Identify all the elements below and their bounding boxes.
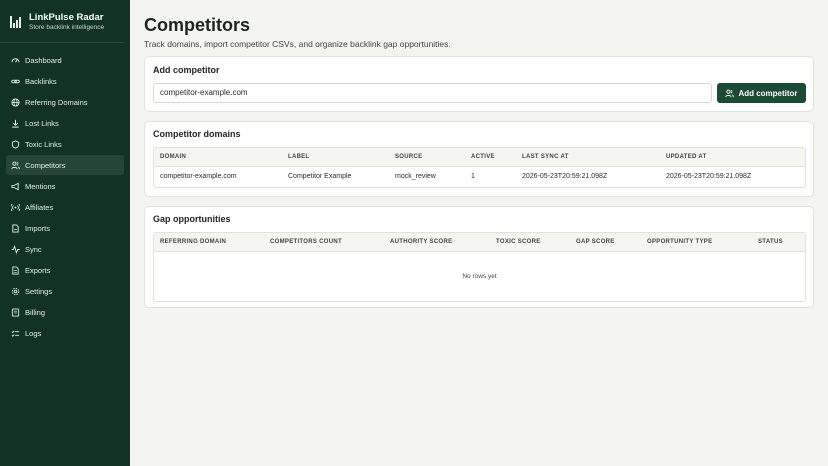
bar-chart-icon — [10, 16, 22, 28]
column-header[interactable]: LABEL — [288, 148, 310, 167]
page-subtitle: Track domains, import competitor CSVs, a… — [144, 39, 451, 49]
radio-icon — [11, 203, 20, 212]
column-header[interactable]: STATUS — [758, 233, 783, 252]
gap-opportunities-card: Gap opportunities REFERRING DOMAIN COMPE… — [144, 206, 814, 308]
sidebar-item-mentions[interactable]: Mentions — [6, 176, 124, 196]
column-header[interactable]: ACTIVE — [471, 148, 495, 167]
file-icon — [11, 265, 20, 275]
sidebar-item-imports[interactable]: Imports — [6, 218, 124, 238]
app-subtitle: Store backlink intelligence — [29, 24, 105, 31]
sidebar-item-affiliates[interactable]: Affiliates — [6, 197, 124, 217]
sidebar-item-label: Exports — [25, 265, 51, 275]
activity-icon — [11, 244, 20, 254]
competitor-domain-input[interactable]: competitor-example.com — [153, 83, 712, 103]
column-header[interactable]: REFERRING DOMAIN — [160, 233, 226, 252]
sidebar-item-label: Imports — [25, 223, 51, 233]
users-icon — [11, 161, 20, 170]
column-header[interactable]: LAST SYNC AT — [522, 148, 569, 167]
sidebar-nav: Dashboard Backlinks Referring Domains Lo… — [0, 43, 130, 343]
add-competitor-card: Add competitor competitor-example.com Ad… — [144, 56, 814, 112]
sidebar-item-label: Mentions — [25, 181, 56, 191]
sidebar-item-sync[interactable]: Sync — [6, 239, 124, 259]
sidebar-item-toxic-links[interactable]: Toxic Links — [6, 134, 124, 154]
column-header[interactable]: COMPETITORS COUNT — [270, 233, 342, 252]
users-icon — [725, 89, 735, 97]
column-header[interactable]: AUTHORITY SCORE — [390, 233, 452, 252]
link-icon — [11, 77, 20, 86]
sidebar-item-label: Lost Links — [25, 118, 59, 128]
gap-opportunities-table: REFERRING DOMAIN COMPETITORS COUNT AUTHO… — [153, 232, 806, 302]
list-icon — [11, 329, 20, 338]
table-cell: 2026-05-23T20:59:21.098Z — [666, 173, 752, 180]
sidebar-item-label: Referring Domains — [25, 97, 88, 107]
card-title: Gap opportunities — [153, 214, 231, 224]
column-header[interactable]: GAP SCORE — [576, 233, 615, 252]
globe-icon — [11, 97, 20, 107]
table-cell: mock_review — [395, 173, 436, 180]
sidebar: LinkPulse Radar Store backlink intellige… — [0, 0, 130, 466]
app-title: LinkPulse Radar — [29, 12, 104, 23]
empty-state: No rows yet — [462, 273, 497, 280]
column-header[interactable]: UPDATED AT — [666, 148, 707, 167]
sidebar-item-label: Affiliates — [25, 202, 54, 212]
import-icon — [11, 223, 20, 233]
billing-icon — [11, 307, 20, 317]
sidebar-item-logs[interactable]: Logs — [6, 323, 124, 343]
card-title: Add competitor — [153, 65, 220, 75]
column-header[interactable]: SOURCE — [395, 148, 422, 167]
competitor-domains-table: DOMAIN LABEL SOURCE ACTIVE LAST SYNC AT … — [153, 147, 806, 188]
shield-icon — [11, 139, 20, 149]
sidebar-item-label: Settings — [25, 286, 53, 296]
table-cell: Competitor Example — [288, 173, 352, 180]
table-cell: competitor-example.com — [160, 173, 237, 180]
table-header: DOMAIN LABEL SOURCE ACTIVE LAST SYNC AT … — [154, 148, 805, 167]
sidebar-item-dashboard[interactable]: Dashboard — [6, 50, 124, 70]
table-cell: 2026-05-23T20:59:21.098Z — [522, 173, 608, 180]
table-cell: 1 — [471, 173, 475, 180]
card-title: Competitor domains — [153, 129, 241, 139]
sidebar-item-referring-domains[interactable]: Referring Domains — [6, 92, 124, 112]
add-competitor-button-label: Add competitor — [738, 88, 798, 98]
sidebar-item-backlinks[interactable]: Backlinks — [6, 71, 124, 91]
sidebar-item-label: Logs — [25, 328, 42, 338]
column-header[interactable]: DOMAIN — [160, 148, 186, 167]
column-header[interactable]: TOXIC SCORE — [496, 233, 541, 252]
sidebar-item-label: Dashboard — [25, 55, 62, 65]
sidebar-item-lost-links[interactable]: Lost Links — [6, 113, 124, 133]
sidebar-item-label: Sync — [25, 244, 42, 254]
sidebar-item-label: Backlinks — [25, 76, 57, 86]
sidebar-item-competitors[interactable]: Competitors — [6, 155, 124, 175]
sidebar-item-label: Toxic Links — [25, 139, 62, 149]
sidebar-item-label: Billing — [25, 307, 46, 317]
main-content: Competitors Track domains, import compet… — [144, 0, 814, 308]
sidebar-item-settings[interactable]: Settings — [6, 281, 124, 301]
table-header: REFERRING DOMAIN COMPETITORS COUNT AUTHO… — [154, 233, 805, 252]
table-row[interactable]: competitor-example.com Competitor Exampl… — [154, 167, 805, 187]
add-competitor-button[interactable]: Add competitor — [717, 83, 806, 103]
sidebar-item-billing[interactable]: Billing — [6, 302, 124, 322]
arrow-down-icon — [11, 119, 20, 128]
gear-icon — [11, 287, 20, 296]
sidebar-item-exports[interactable]: Exports — [6, 260, 124, 280]
competitor-domains-card: Competitor domains DOMAIN LABEL SOURCE A… — [144, 121, 814, 197]
brand: LinkPulse Radar Store backlink intellige… — [0, 0, 124, 43]
column-header[interactable]: OPPORTUNITY TYPE — [647, 233, 712, 252]
page-title: Competitors — [144, 15, 251, 35]
dashboard-icon — [11, 56, 20, 65]
sidebar-item-label: Competitors — [25, 160, 66, 170]
megaphone-icon — [11, 182, 20, 191]
